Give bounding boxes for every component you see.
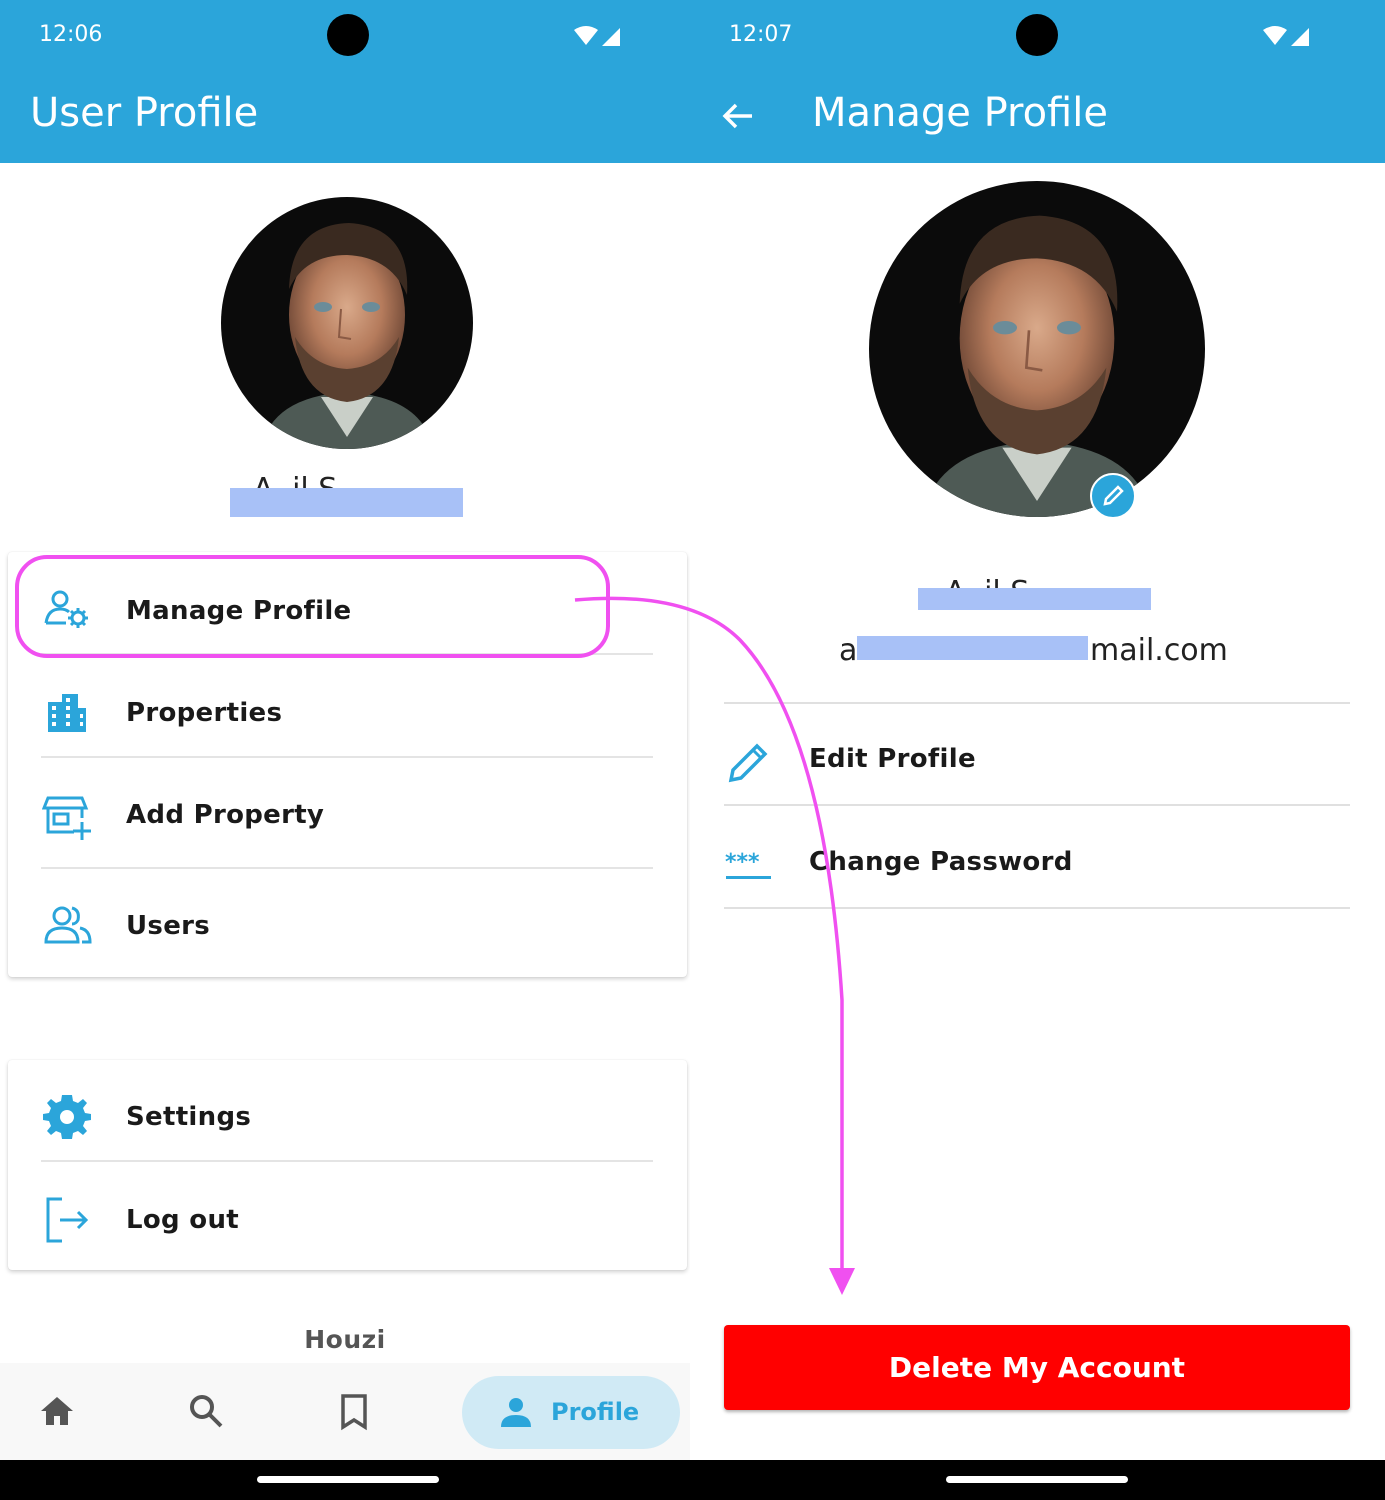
back-arrow-icon[interactable]: [720, 98, 756, 134]
add-property-icon: [42, 796, 91, 840]
signal-wifi-icon: [1263, 26, 1309, 46]
email-suffix: mail.com: [1090, 633, 1228, 668]
avatar: [221, 197, 473, 449]
name-redaction: [230, 488, 463, 517]
status-time: 12:06: [39, 22, 103, 47]
camera-cutout: [1016, 14, 1058, 56]
building-icon: [48, 694, 86, 732]
users-icon: [44, 906, 92, 944]
menu-item-settings[interactable]: Settings: [8, 1065, 687, 1165]
menu-item-label: Properties: [126, 698, 283, 728]
logout-icon: [46, 1197, 89, 1243]
avatar: [869, 181, 1205, 517]
gesture-handle[interactable]: [257, 1476, 439, 1483]
gesture-handle[interactable]: [946, 1476, 1128, 1483]
menu-item-users[interactable]: Users: [8, 875, 687, 975]
camera-cutout: [327, 14, 369, 56]
change-password-label: Change Password: [809, 847, 1073, 877]
email-prefix: a: [839, 633, 858, 668]
divider: [724, 804, 1350, 806]
divider: [724, 702, 1350, 704]
menu-item-label: Add Property: [126, 800, 325, 830]
menu-item-manage-profile[interactable]: Manage Profile: [8, 560, 687, 660]
menu-item-label: Log out: [126, 1205, 239, 1235]
divider: [41, 653, 653, 655]
main-menu-card: Manage Profile Properties Add Property U…: [8, 552, 687, 977]
manage-profile-icon: [44, 590, 88, 628]
nav-profile-tab[interactable]: Profile: [462, 1376, 680, 1449]
divider: [41, 1160, 653, 1162]
status-time: 12:07: [729, 22, 793, 47]
manage-profile-screen: 12:07 Manage Profile A..il S... a mai: [690, 0, 1385, 1460]
brand-name: Houzi: [304, 1325, 386, 1354]
pencil-icon: [728, 743, 768, 783]
svg-text:***: ***: [725, 850, 760, 875]
divider: [41, 756, 653, 758]
bookmark-icon[interactable]: [334, 1391, 374, 1431]
person-icon: [501, 1398, 531, 1427]
search-icon[interactable]: [186, 1391, 226, 1431]
edit-avatar-pencil-icon[interactable]: [1090, 473, 1136, 519]
delete-account-button[interactable]: Delete My Account: [724, 1325, 1350, 1410]
menu-item-properties[interactable]: Properties: [8, 662, 687, 762]
menu-item-label: Settings: [126, 1102, 252, 1132]
name-redaction: [918, 588, 1151, 610]
app-bar: 12:07 Manage Profile: [690, 0, 1385, 163]
nav-profile-label: Profile: [551, 1398, 640, 1426]
edit-profile-label: Edit Profile: [809, 744, 976, 774]
menu-item-logout[interactable]: Log out: [8, 1168, 687, 1268]
divider: [724, 907, 1350, 909]
bottom-nav: Profile: [0, 1363, 690, 1460]
gear-icon: [43, 1095, 91, 1139]
change-password-item[interactable]: *** Change Password: [724, 809, 1350, 909]
user-profile-screen: 12:06 User Profile A..il S... Manage Pro…: [0, 0, 690, 1460]
divider: [41, 867, 653, 869]
email-redaction: [857, 636, 1088, 660]
page-title: User Profile: [30, 90, 259, 136]
password-icon: ***: [725, 850, 771, 879]
app-bar: 12:06 User Profile: [0, 0, 690, 163]
secondary-menu-card: Settings Log out: [8, 1060, 687, 1270]
menu-item-add-property[interactable]: Add Property: [8, 764, 687, 864]
menu-item-label: Users: [126, 911, 211, 941]
signal-wifi-icon: [574, 26, 620, 46]
menu-item-label: Manage Profile: [126, 596, 352, 626]
system-gesture-area: [0, 1460, 1385, 1500]
edit-profile-item[interactable]: Edit Profile: [724, 706, 1350, 806]
home-icon[interactable]: [37, 1391, 77, 1431]
page-title: Manage Profile: [812, 90, 1108, 136]
